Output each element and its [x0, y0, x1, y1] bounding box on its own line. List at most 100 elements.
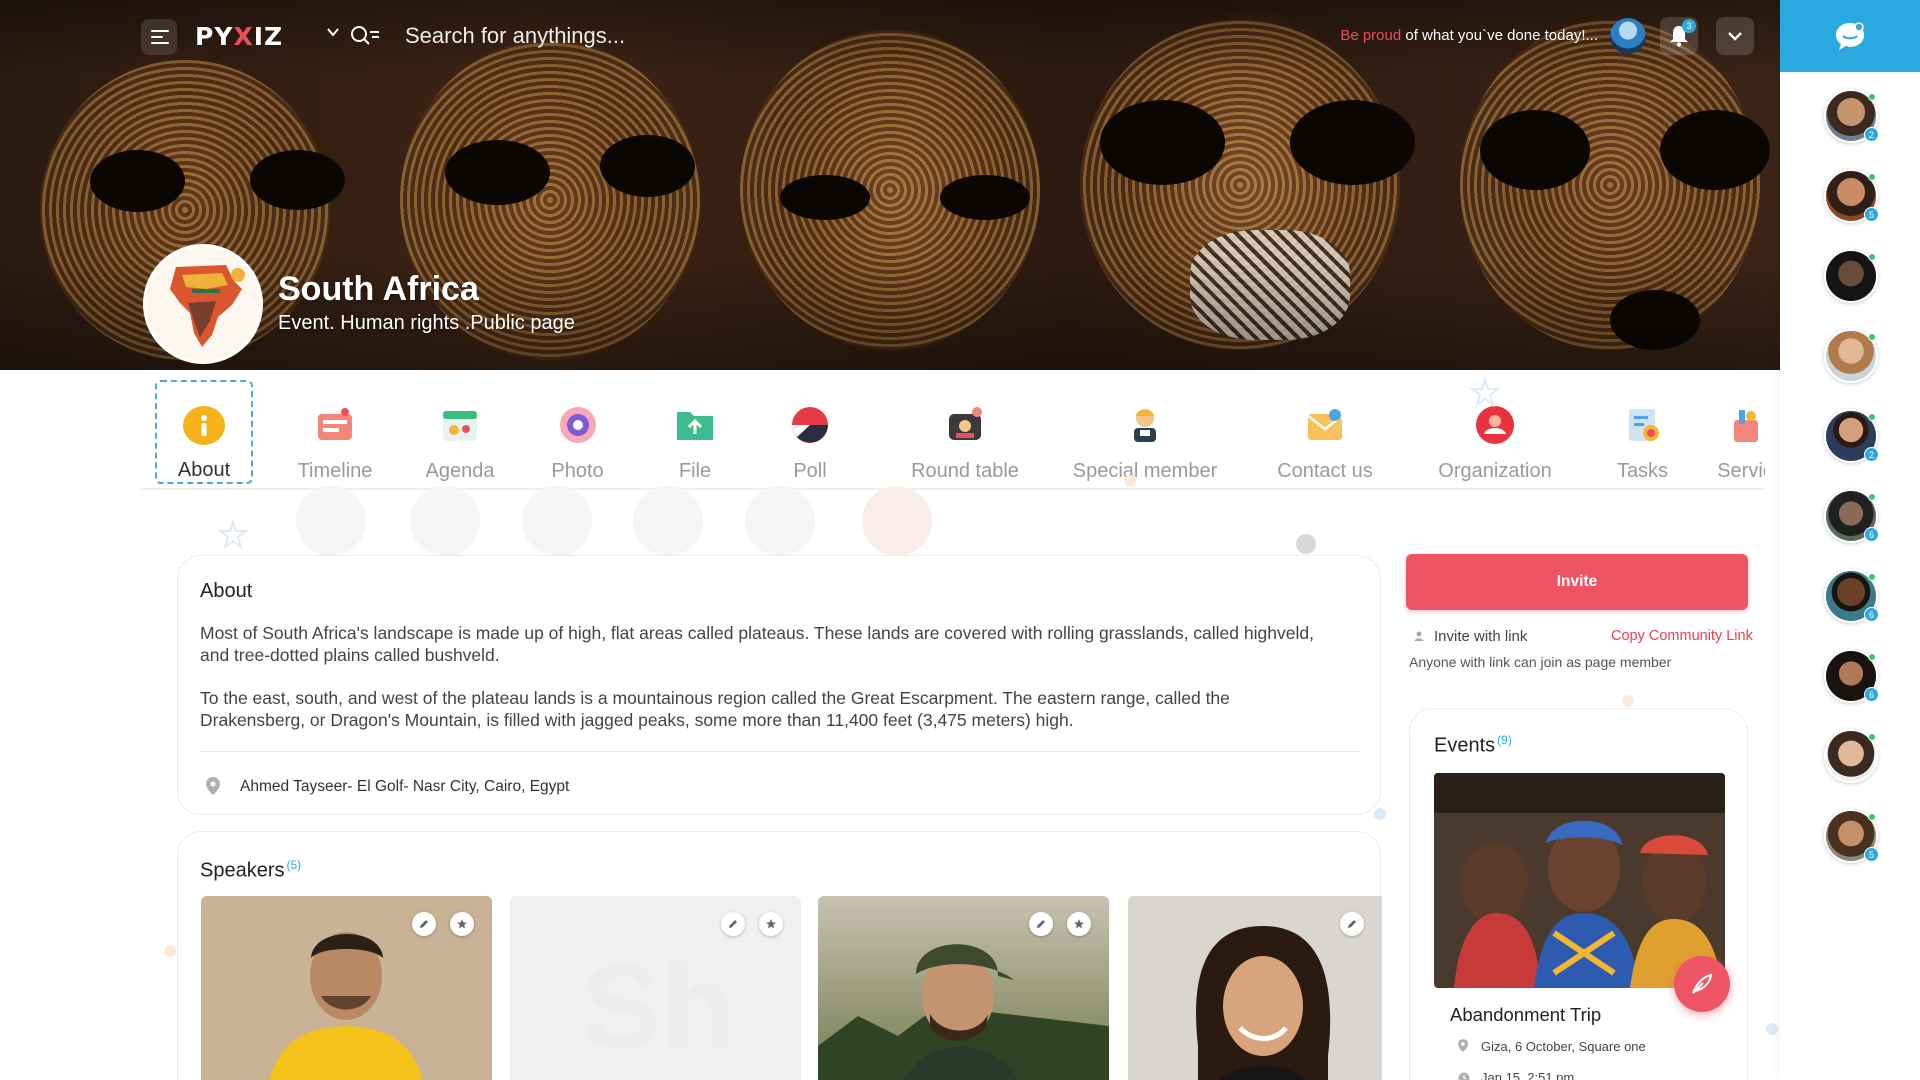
services-icon — [1724, 404, 1765, 446]
contact-avatar[interactable]: 6 — [1824, 649, 1879, 703]
online-indicator — [1868, 93, 1876, 101]
contact-avatar[interactable]: 6 — [1824, 489, 1879, 543]
compose-button[interactable] — [1674, 956, 1730, 1012]
tab-label: Agenda — [425, 460, 495, 482]
decorative-avatar — [410, 486, 480, 556]
about-title: About — [200, 580, 253, 602]
contact-avatar[interactable]: 5 — [1824, 809, 1879, 863]
tab-file[interactable]: File — [650, 380, 740, 484]
speakers-count: (5) — [286, 858, 302, 872]
speaker-card[interactable] — [1128, 896, 1382, 1080]
tab-special-member[interactable]: Special member — [1055, 380, 1235, 484]
search-icon[interactable] — [350, 24, 379, 48]
contact-avatar[interactable] — [1824, 729, 1878, 783]
top-bar: PYXIZ Be proud of what you`ve done today… — [0, 0, 1780, 72]
tab-agenda[interactable]: Agenda — [410, 380, 510, 484]
copy-community-link[interactable]: Copy Community Link — [1611, 628, 1753, 644]
edit-speaker-button[interactable] — [1340, 912, 1364, 936]
invite-with-link-label: Invite with link — [1434, 628, 1528, 645]
photo-icon — [557, 404, 599, 446]
decorative-dot — [1374, 808, 1386, 820]
pencil-icon — [1037, 920, 1045, 928]
events-card: Events (9) Abandonment Trip Giza, 6 Octob… — [1409, 708, 1748, 1080]
invite-note: Anyone with link can join as page member — [1409, 654, 1672, 670]
tab-tasks[interactable]: Tasks — [1595, 380, 1690, 484]
tab-label: Round table — [911, 460, 1019, 482]
agenda-calendar-icon — [439, 404, 481, 446]
online-indicator — [1868, 253, 1876, 261]
file-folder-icon — [674, 404, 716, 446]
speaker-card[interactable] — [201, 896, 492, 1080]
contact-avatar[interactable]: 2 — [1824, 89, 1879, 143]
edit-speaker-button[interactable] — [721, 912, 745, 936]
favorite-speaker-button[interactable] — [759, 912, 783, 936]
menu-button[interactable] — [141, 19, 177, 55]
search-input[interactable] — [405, 20, 1045, 52]
tab-poll[interactable]: Poll — [765, 380, 855, 484]
pencil-icon — [729, 920, 737, 928]
event-image[interactable] — [1434, 773, 1725, 988]
notifications-button[interactable]: 3 — [1660, 17, 1698, 55]
location-pin-icon — [1458, 1039, 1468, 1052]
divider — [200, 751, 1360, 752]
feather-pen-icon — [1692, 973, 1713, 994]
user-avatar[interactable] — [1610, 18, 1646, 54]
tab-label: File — [678, 460, 712, 482]
online-indicator — [1868, 493, 1876, 501]
tab-round-table[interactable]: Round table — [885, 380, 1045, 484]
tab-about[interactable]: About — [155, 380, 253, 484]
unread-badge: 2 — [1864, 127, 1879, 142]
tab-photo[interactable]: Photo — [530, 380, 625, 484]
online-indicator — [1868, 813, 1876, 821]
online-indicator — [1868, 733, 1876, 741]
contact-avatar[interactable] — [1824, 249, 1878, 303]
search-filter-chevron-icon[interactable] — [325, 24, 341, 45]
unread-badge: 6 — [1864, 687, 1879, 702]
tasks-icon — [1622, 404, 1664, 446]
online-indicator — [1868, 573, 1876, 581]
contact-avatar[interactable]: 6 — [1824, 569, 1879, 623]
edit-speaker-button[interactable] — [1029, 912, 1053, 936]
notification-badge: 3 — [1682, 19, 1696, 33]
tab-contact-us[interactable]: Contact us — [1245, 380, 1405, 484]
contact-envelope-icon — [1304, 404, 1346, 446]
speakers-title: Speakers (5) — [200, 858, 302, 882]
tab-label: Servic — [1717, 460, 1765, 482]
tab-label: Tasks — [1616, 460, 1669, 482]
decorative-avatar — [633, 486, 703, 556]
poll-icon — [789, 404, 831, 446]
location-pin-icon — [206, 777, 220, 795]
unread-badge: 2 — [1864, 447, 1879, 462]
pencil-icon — [1348, 920, 1356, 928]
pyxiz-logo[interactable]: PYXIZ — [195, 22, 283, 51]
event-date: Jan 15, 2:51 pm — [1481, 1070, 1575, 1080]
info-icon — [183, 406, 225, 445]
invite-button[interactable]: Invite — [1406, 554, 1748, 610]
contact-avatar[interactable] — [1824, 329, 1878, 383]
unread-badge: 6 — [1864, 527, 1879, 542]
chat-button[interactable] — [1780, 0, 1920, 72]
tab-timeline[interactable]: Timeline — [280, 380, 390, 484]
edit-speaker-button[interactable] — [412, 912, 436, 936]
user-link-icon — [1414, 631, 1424, 641]
star-icon — [1074, 919, 1084, 929]
event-name[interactable]: Abandonment Trip — [1450, 1004, 1601, 1026]
speaker-card[interactable] — [818, 896, 1109, 1080]
decorative-dot — [1296, 534, 1316, 554]
speaker-card[interactable]: Sh — [510, 896, 801, 1080]
round-table-icon — [944, 404, 986, 446]
account-dropdown-button[interactable] — [1716, 17, 1754, 55]
contact-avatar[interactable]: 5 — [1824, 169, 1879, 223]
tab-services[interactable]: Servic — [1705, 380, 1765, 484]
online-indicator — [1868, 173, 1876, 181]
unread-badge: 6 — [1864, 607, 1879, 622]
decorative-avatar — [745, 486, 815, 556]
contact-avatar[interactable]: 2 — [1824, 409, 1879, 463]
tab-label: Special member — [1072, 460, 1218, 482]
page-avatar[interactable] — [143, 244, 263, 364]
favorite-speaker-button[interactable] — [450, 912, 474, 936]
favorite-speaker-button[interactable] — [1067, 912, 1091, 936]
unread-badge: 5 — [1864, 847, 1879, 862]
page-tabs: About Timeline Agenda Photo File Poll Ro… — [140, 370, 1765, 490]
page-title: South Africa — [278, 270, 479, 308]
